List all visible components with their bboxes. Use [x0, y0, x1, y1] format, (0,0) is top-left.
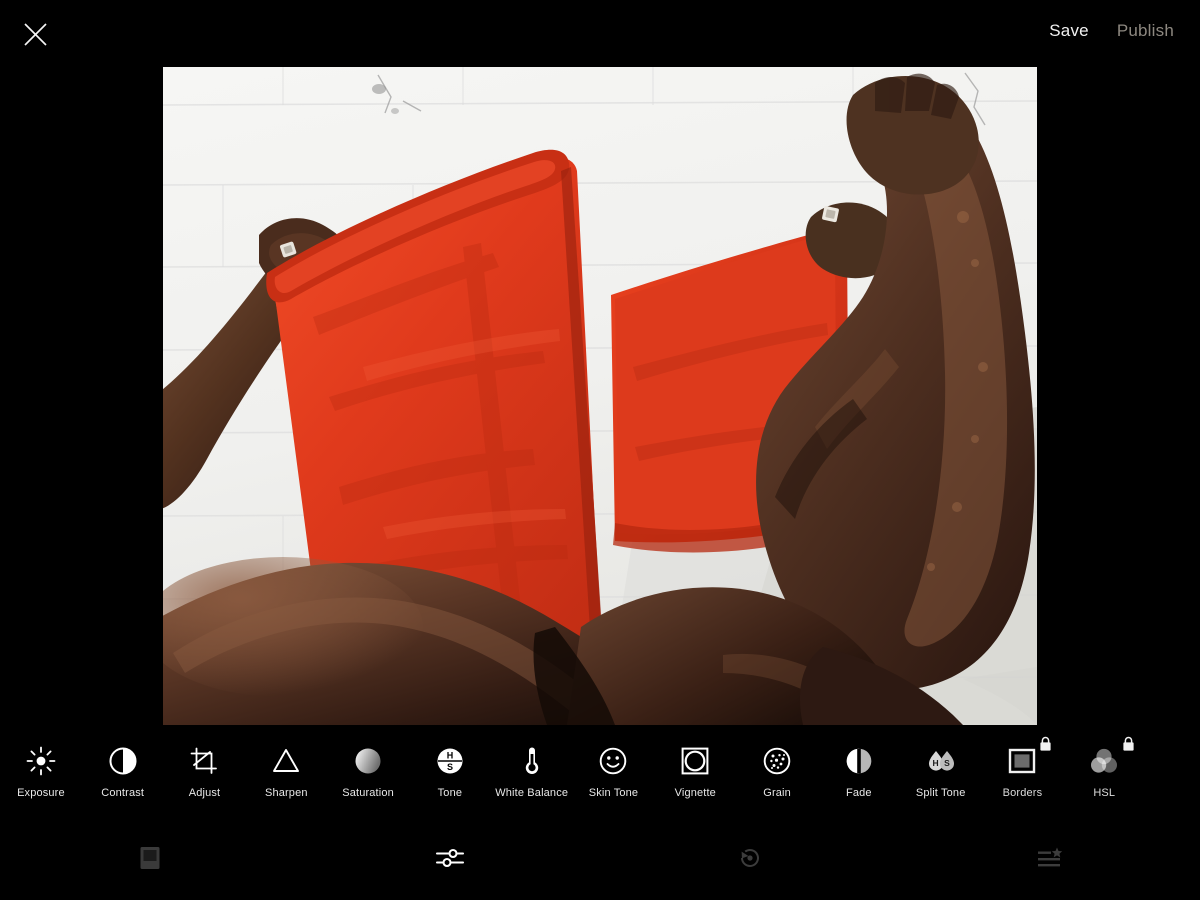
- edit-sliders-icon: [435, 845, 465, 876]
- contrast-half-circle-icon: [108, 741, 138, 781]
- white-balance-thermometer-icon: [517, 741, 547, 781]
- svg-text:H: H: [447, 750, 454, 760]
- tool-label: Sharpen: [264, 787, 308, 799]
- tool-label: Borders: [1002, 787, 1043, 799]
- tool-label: Saturation: [342, 787, 394, 799]
- tool-vignette[interactable]: Vignette: [654, 731, 736, 823]
- tool-grain[interactable]: Grain: [736, 731, 818, 823]
- nav-edit[interactable]: [300, 828, 600, 900]
- grain-dots-circle-icon: [762, 741, 792, 781]
- save-button[interactable]: Save: [1049, 22, 1089, 39]
- nav-revert[interactable]: [600, 828, 900, 900]
- svg-text:S: S: [944, 758, 950, 768]
- tool-white-balance[interactable]: White Balance: [491, 731, 573, 823]
- photo-canvas[interactable]: [163, 67, 1037, 725]
- bottom-nav: [0, 828, 1200, 900]
- tool-label: Exposure: [17, 787, 65, 799]
- edited-photo-preview: [163, 67, 1037, 725]
- revert-undo-icon: [736, 844, 764, 877]
- tool-contrast[interactable]: Contrast: [82, 731, 164, 823]
- exposure-sun-icon: [26, 741, 56, 781]
- adjust-crop-icon: [189, 741, 219, 781]
- tool-strip: Exposure Contrast Adjust Sharpen Saturat…: [0, 731, 1200, 823]
- tool-label: Contrast: [101, 787, 145, 799]
- tool-label: HSL: [1093, 787, 1116, 799]
- nav-recipes[interactable]: [900, 828, 1200, 900]
- tool-borders[interactable]: Borders: [982, 731, 1064, 823]
- tone-hs-circle-icon: H S: [435, 741, 465, 781]
- tool-label: Vignette: [674, 787, 716, 799]
- tool-label: Split Tone: [915, 787, 966, 799]
- lock-icon: [1039, 736, 1052, 757]
- tool-label: Tone: [437, 787, 463, 799]
- tool-label: Skin Tone: [588, 787, 639, 799]
- tool-tone[interactable]: H S Tone: [409, 731, 491, 823]
- skin-tone-smiley-icon: [598, 741, 628, 781]
- publish-button[interactable]: Publish: [1117, 22, 1174, 39]
- tool-label: White Balance: [495, 787, 569, 799]
- tool-fade[interactable]: Fade: [818, 731, 900, 823]
- tool-label: Adjust: [188, 787, 221, 799]
- saturation-gradient-circle-icon: [353, 741, 383, 781]
- tool-label: Grain: [763, 787, 791, 799]
- fade-split-circle-icon: [844, 741, 874, 781]
- svg-text:H: H: [932, 758, 938, 768]
- presets-square-icon: [137, 845, 163, 876]
- tool-split-tone[interactable]: H S Split Tone: [900, 731, 982, 823]
- svg-text:S: S: [447, 762, 453, 772]
- top-bar: Save Publish: [0, 0, 1200, 67]
- tool-skin-tone[interactable]: Skin Tone: [573, 731, 655, 823]
- close-icon[interactable]: [20, 19, 51, 50]
- tool-saturation[interactable]: Saturation: [327, 731, 409, 823]
- photo-editor-screen: Save Publish Exposure Contrast Adjust Sh…: [0, 0, 1200, 900]
- nav-presets[interactable]: [0, 828, 300, 900]
- tool-hsl[interactable]: HSL: [1063, 731, 1145, 823]
- split-tone-droplets-icon: H S: [924, 741, 958, 781]
- top-bar-actions: Save Publish: [1049, 22, 1174, 39]
- hsl-venn-circles-icon: [1088, 736, 1134, 781]
- tools-row: Exposure Contrast Adjust Sharpen Saturat…: [0, 731, 1200, 823]
- tool-adjust[interactable]: Adjust: [164, 731, 246, 823]
- tool-exposure[interactable]: Exposure: [0, 731, 82, 823]
- borders-frame-icon: [1007, 736, 1052, 781]
- recipes-star-list-icon: [1036, 846, 1064, 875]
- vignette-square-circle-icon: [680, 741, 710, 781]
- tool-sharpen[interactable]: Sharpen: [245, 731, 327, 823]
- lock-icon: [1122, 736, 1135, 757]
- tool-label: Fade: [846, 787, 872, 799]
- sharpen-triangle-icon: [271, 741, 301, 781]
